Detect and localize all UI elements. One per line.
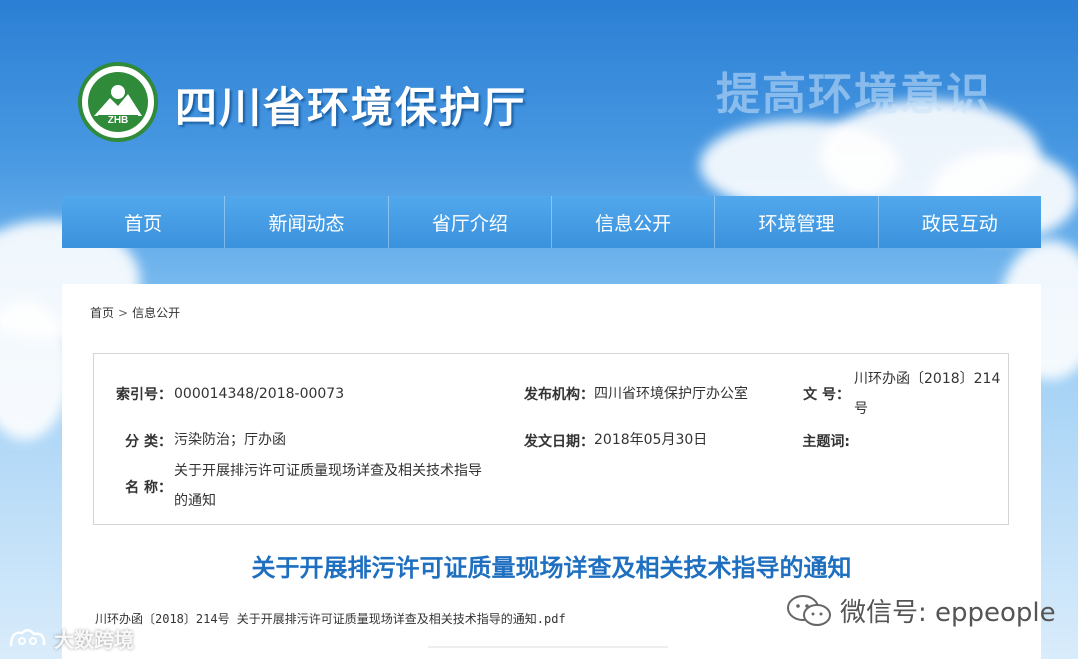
nav-item-home[interactable]: 首页 xyxy=(62,196,226,248)
category-value: 污染防治；厅办函 xyxy=(174,432,286,448)
docno-value-line1: 川环办函〔2018〕214 xyxy=(854,371,1001,387)
category-label: 分 类： xyxy=(125,434,172,450)
docno-value-line2: 号 xyxy=(854,401,868,417)
nav-item-news[interactable]: 新闻动态 xyxy=(225,196,389,248)
logo-text: ZHB xyxy=(107,115,129,126)
org-value: 四川省环境保护厅办公室 xyxy=(594,386,748,402)
divider xyxy=(428,646,668,648)
document-title: 关于开展排污许可证质量现场详查及相关技术指导的通知 xyxy=(251,554,852,582)
index-value: 000014348/2018-00073 xyxy=(174,386,345,402)
dsj-text: 大数跨境 xyxy=(54,628,134,652)
org-label: 发布机构： xyxy=(524,387,594,403)
dsj-logo-icon xyxy=(9,628,46,646)
name-value-line2: 的通知 xyxy=(174,493,216,509)
slogan-text: 提高环境意识 xyxy=(716,69,992,120)
wechat-watermark: 微信号: eppeople xyxy=(786,592,1056,629)
date-label: 发文日期： xyxy=(524,434,594,450)
site-title[interactable]: 四川省环境保护厅 xyxy=(175,74,527,135)
date-value: 2018年05月30日 xyxy=(594,432,708,448)
wechat-icon xyxy=(787,594,831,626)
attachment-link[interactable]: 川环办函〔2018〕214号 关于开展排污许可证质量现场详查及相关技术指导的通知… xyxy=(95,610,566,627)
document-info-box: 索引号： 000014348/2018-00073 发布机构： 四川省环境保护厅… xyxy=(93,353,1009,525)
breadcrumb-separator-icon: > xyxy=(118,305,129,320)
main-nav: 首页 新闻动态 省厅介绍 信息公开 环境管理 政民互动 xyxy=(62,196,1041,248)
nav-item-about[interactable]: 省厅介绍 xyxy=(389,196,552,248)
logo-emblem: ZHB xyxy=(88,72,148,132)
breadcrumb-home[interactable]: 首页 xyxy=(90,304,114,321)
subject-label: 主题词: xyxy=(802,434,850,450)
nav-item-env-management[interactable]: 环境管理 xyxy=(715,196,879,248)
wechat-id-text: 微信号: eppeople xyxy=(840,598,1056,628)
breadcrumb-current[interactable]: 信息公开 xyxy=(132,304,180,321)
docno-label: 文 号： xyxy=(803,387,850,403)
dsj-watermark: 大数跨境 xyxy=(8,624,134,653)
name-value-line1: 关于开展排污许可证质量现场详查及相关技术指导 xyxy=(174,463,482,479)
breadcrumb: 首页 > 信息公开 xyxy=(90,304,180,321)
index-label: 索引号： xyxy=(116,387,172,403)
nav-item-interaction[interactable]: 政民互动 xyxy=(879,196,1041,248)
name-label: 名 称： xyxy=(125,480,172,496)
site-header: ZHB 四川省环境保护厅 提高环境意识 xyxy=(0,0,1078,196)
zhb-logo[interactable]: ZHB xyxy=(78,62,158,142)
nav-item-info-disclosure[interactable]: 信息公开 xyxy=(552,196,716,248)
